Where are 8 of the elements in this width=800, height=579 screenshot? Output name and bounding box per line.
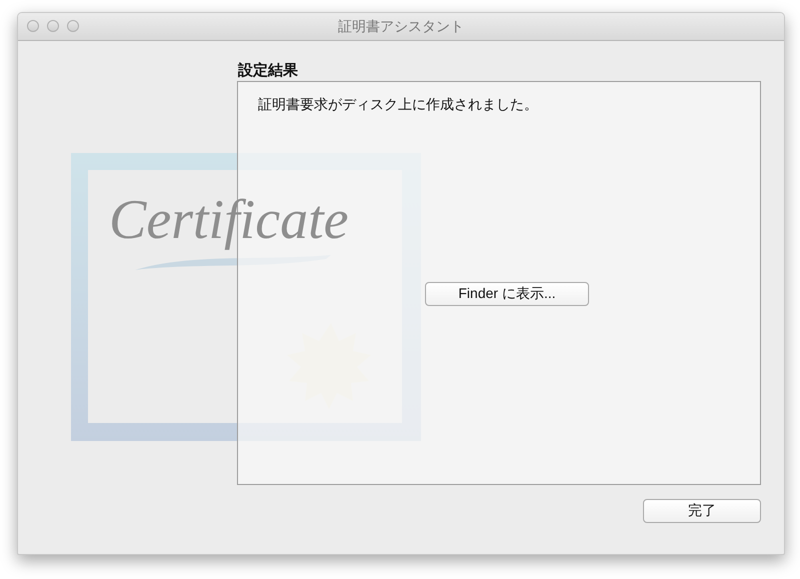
- done-button[interactable]: 完了: [643, 499, 761, 523]
- section-heading: 設定結果: [238, 61, 299, 81]
- minimize-button[interactable]: [47, 20, 59, 32]
- zoom-button[interactable]: [67, 20, 79, 32]
- result-message: 証明書要求がディスク上に作成されました。: [258, 96, 539, 114]
- window-title: 証明書アシスタント: [338, 18, 464, 36]
- close-button[interactable]: [27, 20, 39, 32]
- show-in-finder-button[interactable]: Finder に表示...: [425, 282, 589, 306]
